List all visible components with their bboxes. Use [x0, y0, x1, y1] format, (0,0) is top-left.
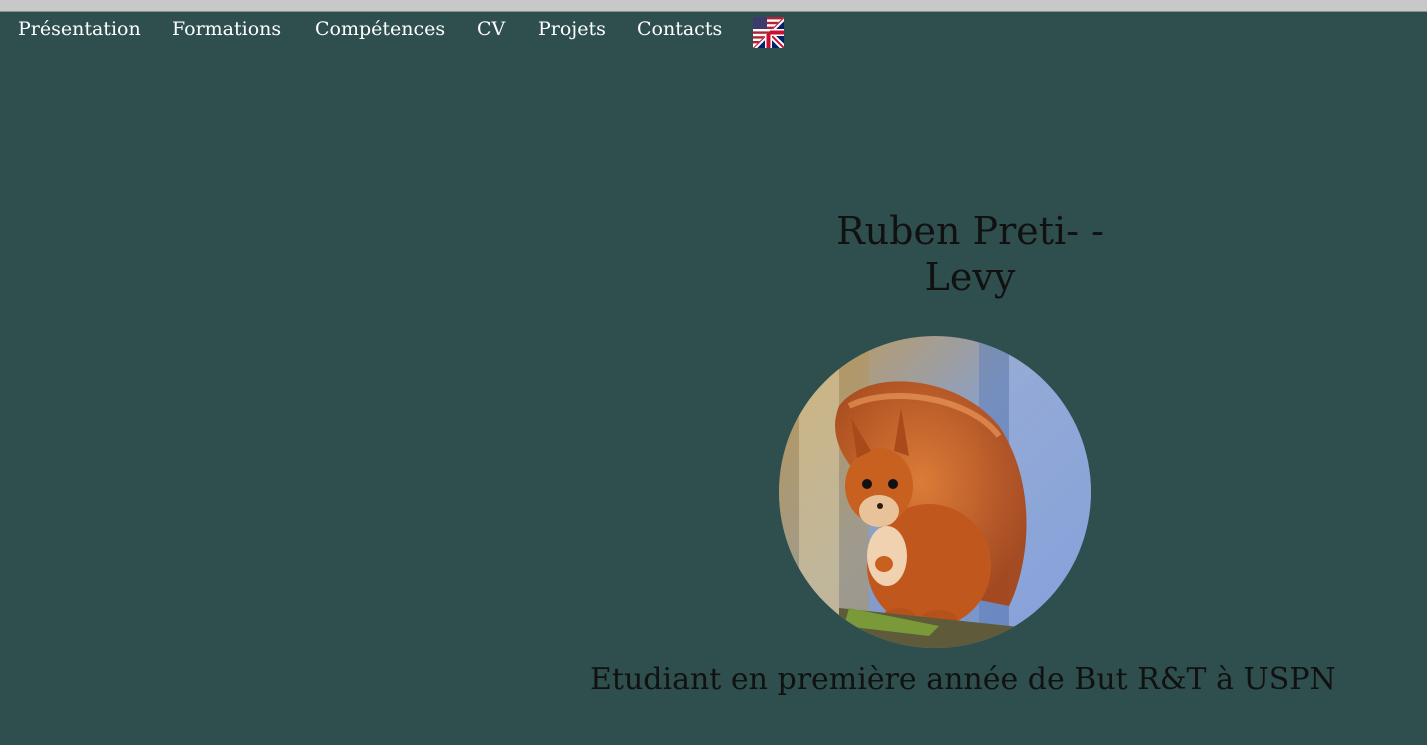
browser-top-strip	[0, 0, 1427, 12]
nav-item-contacts[interactable]: Contacts	[637, 17, 722, 41]
squirrel-photo-icon	[779, 336, 1091, 648]
main-nav: Présentation Formations Compétences CV P…	[0, 12, 1427, 48]
profile-name: Ruben Preti- - Levy	[770, 208, 1170, 300]
nav-item-cv[interactable]: CV	[477, 17, 505, 41]
profile-subtitle: Etudiant en première année de But R&T à …	[590, 662, 1336, 697]
profile-name-line1: Ruben Preti- -	[836, 209, 1104, 253]
nav-item-presentation[interactable]: Présentation	[18, 17, 141, 41]
nav-item-competences[interactable]: Compétences	[315, 17, 445, 41]
nav-item-formations[interactable]: Formations	[172, 17, 281, 41]
language-flag-icon[interactable]	[753, 17, 784, 48]
profile-name-line2: Levy	[924, 255, 1016, 299]
avatar	[779, 336, 1091, 648]
nav-item-projets[interactable]: Projets	[538, 17, 606, 41]
